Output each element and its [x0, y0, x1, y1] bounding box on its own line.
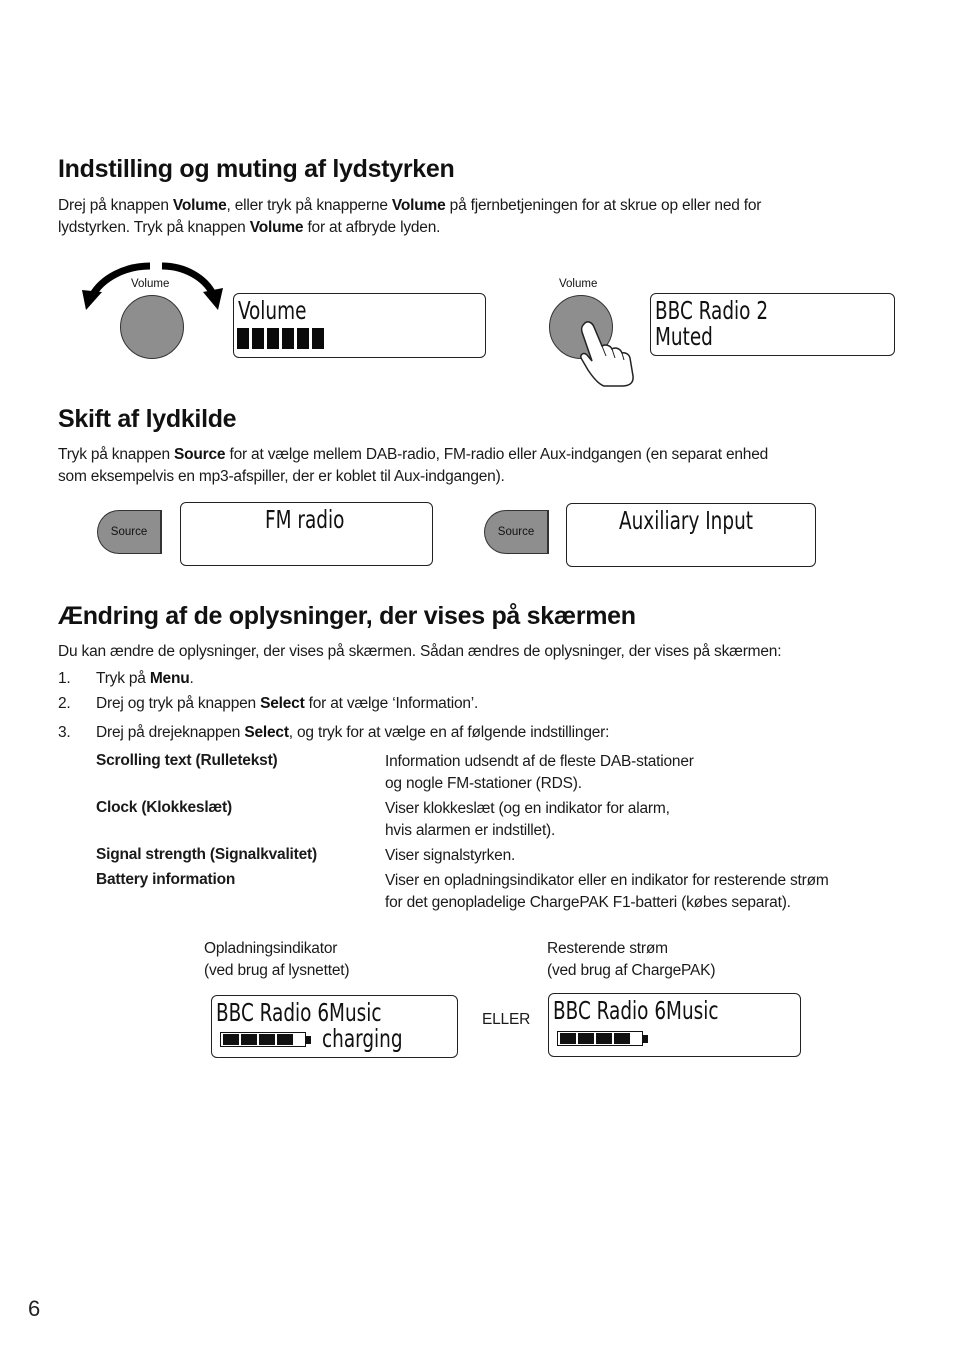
- heading-volume: Indstilling og muting af lydstyrken: [58, 155, 455, 183]
- volume-bar-segment: [312, 328, 324, 349]
- option-desc-scrolling: Information udsendt af de fleste DAB-sta…: [385, 753, 694, 792]
- battery-segment: [223, 1034, 239, 1045]
- display-remaining-line1: BBC Radio 6Music: [553, 996, 719, 1025]
- source-paragraph: Tryk på knappen Source for at vælge mell…: [58, 446, 769, 485]
- volume-level-bar: [237, 328, 324, 349]
- or-label: ELLER: [482, 1011, 531, 1028]
- display-fm-text: FM radio: [265, 505, 345, 534]
- battery-shell: [220, 1032, 306, 1047]
- display-fm-radio: FM radio: [180, 502, 433, 566]
- display-aux-text: Auxiliary Input: [619, 506, 753, 535]
- volume-knob[interactable]: [120, 295, 184, 359]
- battery-indicator-remaining: [557, 1031, 648, 1046]
- display-remaining: BBC Radio 6Music: [548, 993, 801, 1057]
- battery-segment: [241, 1034, 257, 1045]
- volume-bar-segment: [252, 328, 264, 349]
- option-name-battery: Battery information: [96, 871, 236, 888]
- option-desc-battery: Viser en opladningsindikator eller en in…: [385, 872, 829, 911]
- display-volume: Volume: [233, 293, 486, 358]
- battery-segment: [560, 1033, 576, 1044]
- battery-terminal: [306, 1035, 311, 1044]
- page-number: 6: [28, 1296, 41, 1321]
- display-aux-input: Auxiliary Input: [566, 503, 816, 567]
- volume-bar-segment: [297, 328, 309, 349]
- display-muted: BBC Radio 2 Muted: [650, 293, 895, 356]
- battery-terminal: [643, 1034, 648, 1043]
- volume-paragraph: Drej på knappen Volume, eller tryk på kn…: [58, 197, 762, 236]
- battery-segment: [277, 1034, 293, 1045]
- display-intro: Du kan ændre de oplysninger, der vises p…: [58, 643, 782, 660]
- option-name-clock: Clock (Klokkeslæt): [96, 799, 232, 816]
- option-desc-signal: Viser signalstyrken.: [385, 847, 516, 864]
- battery-shell: [557, 1031, 643, 1046]
- option-name-scrolling: Scrolling text (Rulletekst): [96, 752, 278, 769]
- hand-pointer-icon: [580, 321, 634, 387]
- display-charging-line2: charging: [322, 1024, 403, 1053]
- source-button-2[interactable]: Source: [484, 510, 549, 554]
- volume-bar-segment: [267, 328, 279, 349]
- heading-source: Skift af lydkilde: [58, 405, 237, 433]
- battery-segment: [614, 1033, 630, 1044]
- heading-display-info: Ændring af de oplysninger, der vises på …: [58, 602, 636, 630]
- volume-bar-segment: [282, 328, 294, 349]
- battery-segment: [259, 1034, 275, 1045]
- display-volume-text: Volume: [238, 296, 307, 325]
- volume-knob-label-2: Volume: [559, 278, 598, 290]
- caption-remaining: Resterende strøm (ved brug af ChargePAK): [547, 940, 716, 979]
- option-desc-clock: Viser klokkeslæt (og en indikator for al…: [385, 800, 670, 839]
- display-muted-line1: BBC Radio 2: [655, 296, 769, 325]
- volume-knob-label: Volume: [131, 278, 170, 290]
- option-name-signal: Signal strength (Signalkvalitet): [96, 846, 317, 863]
- display-charging-line1: BBC Radio 6Music: [216, 998, 382, 1027]
- battery-indicator-charging: [220, 1032, 311, 1047]
- battery-segment: [596, 1033, 612, 1044]
- battery-segment: [578, 1033, 594, 1044]
- volume-bar-segment: [237, 328, 249, 349]
- source-button[interactable]: Source: [97, 510, 162, 554]
- display-muted-line2: Muted: [655, 322, 713, 351]
- caption-charging: Opladningsindikator (ved brug af lysnette…: [204, 940, 350, 979]
- display-charging: BBC Radio 6Music charging: [211, 995, 458, 1058]
